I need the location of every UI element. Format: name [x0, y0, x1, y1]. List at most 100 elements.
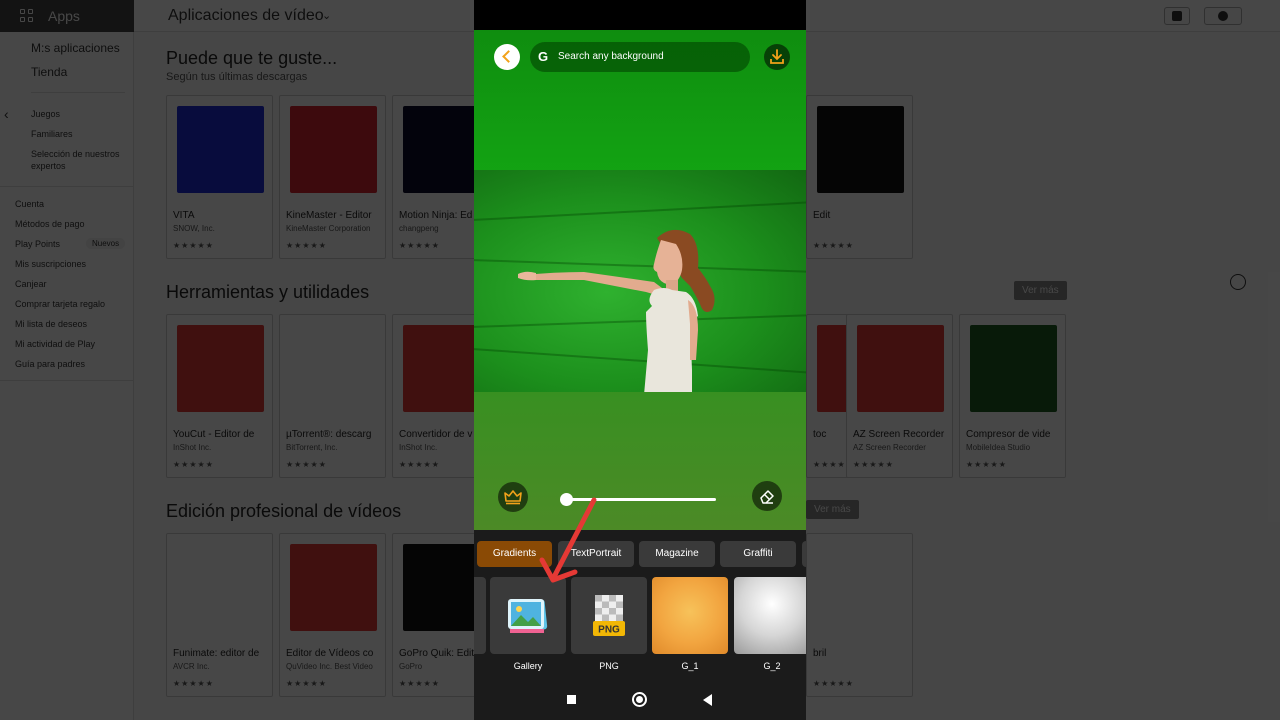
app-card[interactable]: bril ★★★★★	[806, 533, 913, 697]
tab-magazine[interactable]: Magazine	[639, 541, 715, 567]
sidebar-item-store[interactable]: Tienda	[31, 65, 67, 79]
help-button[interactable]	[1164, 7, 1190, 25]
sidebar-item-experts[interactable]: Selección de nuestros expertos	[31, 148, 127, 172]
screen: Apps Aplicaciones de vídeo ⌄ ‹ M:s aplic…	[0, 0, 1280, 720]
app-name: YouCut - Editor de	[173, 429, 255, 440]
home-icon[interactable]	[632, 692, 647, 707]
sidebar-item-gift-card[interactable]: Comprar tarjeta regalo	[15, 299, 105, 309]
thumbnail-gradient-1[interactable]	[652, 577, 728, 654]
phone-screen: G Search any background Gradients TextPo…	[474, 0, 806, 720]
sidebar-item-family[interactable]: Familiares	[31, 128, 127, 140]
thumbnail-png[interactable]: PNG	[571, 577, 647, 654]
thumbnail-gallery[interactable]	[490, 577, 566, 654]
rating-stars: ★★★★★	[173, 460, 214, 469]
app-icon	[817, 106, 904, 193]
png-badge-text: PNG	[598, 625, 620, 636]
eraser-button[interactable]	[752, 481, 782, 511]
app-card[interactable]: Funimate: editor de AVCR Inc. ★★★★★	[166, 533, 273, 697]
app-icon	[817, 544, 904, 631]
app-icon	[177, 544, 264, 631]
app-card[interactable]: Edit ★★★★★	[806, 95, 913, 259]
photo-preview[interactable]	[474, 170, 806, 392]
app-icon	[290, 325, 377, 412]
section-title: Edición profesional de vídeos	[166, 501, 402, 521]
divider	[0, 380, 134, 381]
chevron-left-icon[interactable]: ‹	[4, 106, 9, 122]
sidebar-item-play-points[interactable]: Play Points	[15, 239, 60, 249]
settings-button[interactable]	[1204, 7, 1242, 25]
app-card[interactable]: AZ Screen Recorder AZ Screen Recorder ★★★★…	[846, 314, 953, 478]
app-card[interactable]: Editor de Vídeos co QuVideo Inc. Best Vid…	[279, 533, 386, 697]
apps-grid-icon	[20, 9, 34, 23]
app-developer: InShot Inc.	[173, 443, 212, 452]
tab-graffiti[interactable]: Graffiti	[720, 541, 796, 567]
app-card[interactable]: VITA SNOW, Inc. ★★★★★	[166, 95, 273, 259]
blur-slider-track[interactable]	[566, 498, 716, 501]
section-title: Herramientas y utilidades	[166, 282, 370, 302]
app-icon	[290, 544, 377, 631]
premium-button[interactable]	[498, 482, 528, 512]
back-triangle-icon[interactable]	[703, 694, 712, 706]
apps-menu[interactable]: Apps	[0, 0, 134, 32]
apps-label: Apps	[48, 8, 80, 24]
download-button[interactable]	[764, 44, 790, 70]
app-icon	[970, 325, 1057, 412]
app-card[interactable]: Compresor de vide MobileIdea Studio ★★★★★	[959, 314, 1066, 478]
section-title: Puede que te guste...	[166, 48, 338, 68]
rating-stars: ★★★★★	[173, 241, 214, 250]
back-button[interactable]	[494, 44, 520, 70]
sidebar: ‹ M:s aplicaciones Tienda Juegos Familia…	[0, 32, 134, 720]
app-developer: BitTorrent, Inc.	[286, 443, 338, 452]
app-card[interactable]: µTorrent®: descarg BitTorrent, Inc. ★★★★★	[279, 314, 386, 478]
scrollbar[interactable]	[1268, 272, 1280, 522]
background-search-input[interactable]: G Search any background	[530, 42, 750, 72]
see-more-button[interactable]: Ver más	[806, 500, 859, 519]
category-dropdown[interactable]: Aplicaciones de vídeo	[168, 7, 324, 25]
rating-stars: ★★★★★	[399, 460, 440, 469]
see-more-button[interactable]: Ver más	[1014, 281, 1067, 300]
rating-stars: ★★★★★	[966, 460, 1007, 469]
app-developer: KineMaster Corporation	[286, 224, 371, 233]
thumbnail-partial[interactable]	[474, 577, 486, 654]
tab-textportrait[interactable]: TextPortrait	[558, 541, 634, 567]
sidebar-item-my-apps[interactable]: M:s aplicaciones	[31, 41, 120, 55]
rating-stars: ★★★★★	[286, 460, 327, 469]
sidebar-item-payment[interactable]: Métodos de pago	[15, 219, 85, 229]
app-icon	[177, 325, 264, 412]
rating-stars: ★★★★★	[813, 679, 854, 688]
crown-icon	[504, 490, 522, 505]
recents-icon[interactable]	[567, 695, 576, 704]
sidebar-item-activity[interactable]: Mi actividad de Play	[15, 339, 95, 349]
download-icon	[770, 49, 784, 64]
cloth-fold	[474, 200, 806, 222]
divider	[31, 92, 125, 93]
background-thumbnails: Gallery PNG PNG G_1 G_2	[474, 577, 806, 677]
app-name: µTorrent®: descarg	[286, 429, 372, 440]
app-name: Editor de Vídeos co	[286, 648, 374, 659]
sidebar-item-parent-guide[interactable]: Guía para padres	[15, 359, 85, 369]
sidebar-item-subscriptions[interactable]: Mis suscripciones	[15, 259, 86, 269]
thumbnail-gradient-2[interactable]	[734, 577, 806, 654]
google-icon: G	[537, 49, 549, 64]
app-card[interactable]: YouCut - Editor de InShot Inc. ★★★★★	[166, 314, 273, 478]
rating-stars: ★★★★★	[286, 679, 327, 688]
editor-canvas[interactable]	[474, 30, 806, 530]
gallery-icon	[508, 599, 548, 633]
png-icon: PNG	[593, 595, 625, 636]
sidebar-item-wishlist[interactable]: Mi lista de deseos	[15, 319, 87, 329]
thumbnail-label: G_1	[681, 661, 699, 671]
tab-more[interactable]	[802, 541, 806, 567]
section-subtitle: Según tus últimas descargas	[166, 71, 308, 83]
rating-stars: ★★★★★	[286, 241, 327, 250]
app-card[interactable]: KineMaster - Editor KineMaster Corporatio…	[279, 95, 386, 259]
blur-slider-thumb[interactable]	[560, 493, 573, 506]
app-name: Compresor de vide	[966, 429, 1051, 440]
sidebar-item-account[interactable]: Cuenta	[15, 199, 44, 209]
chevron-down-icon: ⌄	[322, 10, 332, 22]
sidebar-item-games[interactable]: Juegos	[31, 108, 127, 120]
tab-gradients[interactable]: Gradients	[477, 541, 552, 567]
sidebar-item-redeem[interactable]: Canjear	[15, 279, 47, 289]
app-developer: QuVideo Inc. Best Video	[286, 662, 373, 671]
scroll-indicator-icon[interactable]	[1230, 274, 1246, 290]
thumbnail-label: Gallery	[513, 661, 543, 671]
